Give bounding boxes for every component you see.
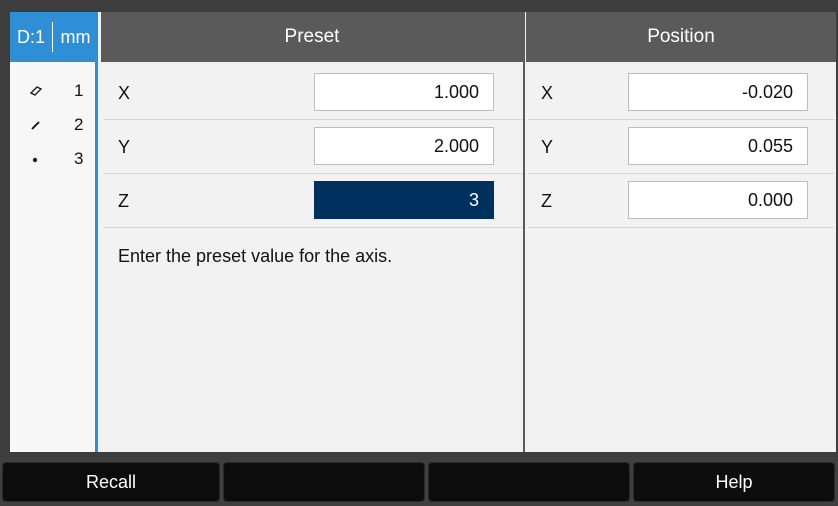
row-divider [528,173,834,174]
position-axis-y: Y [541,137,554,157]
preset-axis-z: Z [118,191,129,211]
preset-header: Preset [101,12,523,62]
preset-axis-y: Y [118,137,131,157]
preset-y-field[interactable]: 2.000 [314,127,494,165]
position-y-value: 0.055 [628,127,808,165]
sidebar-item-label: 2 [74,115,84,134]
sidebar-item-2[interactable]: 2 [10,112,98,138]
softkey-2[interactable] [223,462,425,502]
help-message: Enter the preset value for the axis. [118,246,393,266]
column-divider [523,12,525,452]
recall-softkey[interactable]: Recall [2,462,220,502]
row-divider [103,173,523,174]
dro-number: D:1 [10,22,53,52]
row-divider [103,227,523,228]
position-z-value: 0.000 [628,181,808,219]
unit-label[interactable]: mm [53,27,98,48]
position-x-value: -0.020 [628,73,808,111]
help-softkey[interactable]: Help [633,462,835,502]
row-divider [103,119,523,120]
softkey-bar: Recall Help [0,458,838,506]
position-axis-z: Z [541,191,552,211]
dot-icon [32,157,38,163]
shape-outline-icon [29,86,43,96]
softkey-3[interactable] [428,462,630,502]
side-panel: 1 2 3 [10,62,98,452]
row-divider [528,119,834,120]
sidebar-item-label: 3 [74,149,84,168]
sidebar-item-label: 1 [74,81,84,100]
preset-axis-x: X [118,83,131,103]
sidebar-item-3[interactable]: 3 [10,146,98,172]
sidebar-item-1[interactable]: 1 [10,78,98,104]
preset-x-field[interactable]: 1.000 [314,73,494,111]
status-bar: D:1 mm [10,12,98,62]
row-divider [528,227,834,228]
position-axis-x: X [541,83,554,103]
preset-z-field[interactable]: 3 [314,181,494,219]
slash-line-icon [31,121,40,130]
position-header: Position [526,12,836,62]
